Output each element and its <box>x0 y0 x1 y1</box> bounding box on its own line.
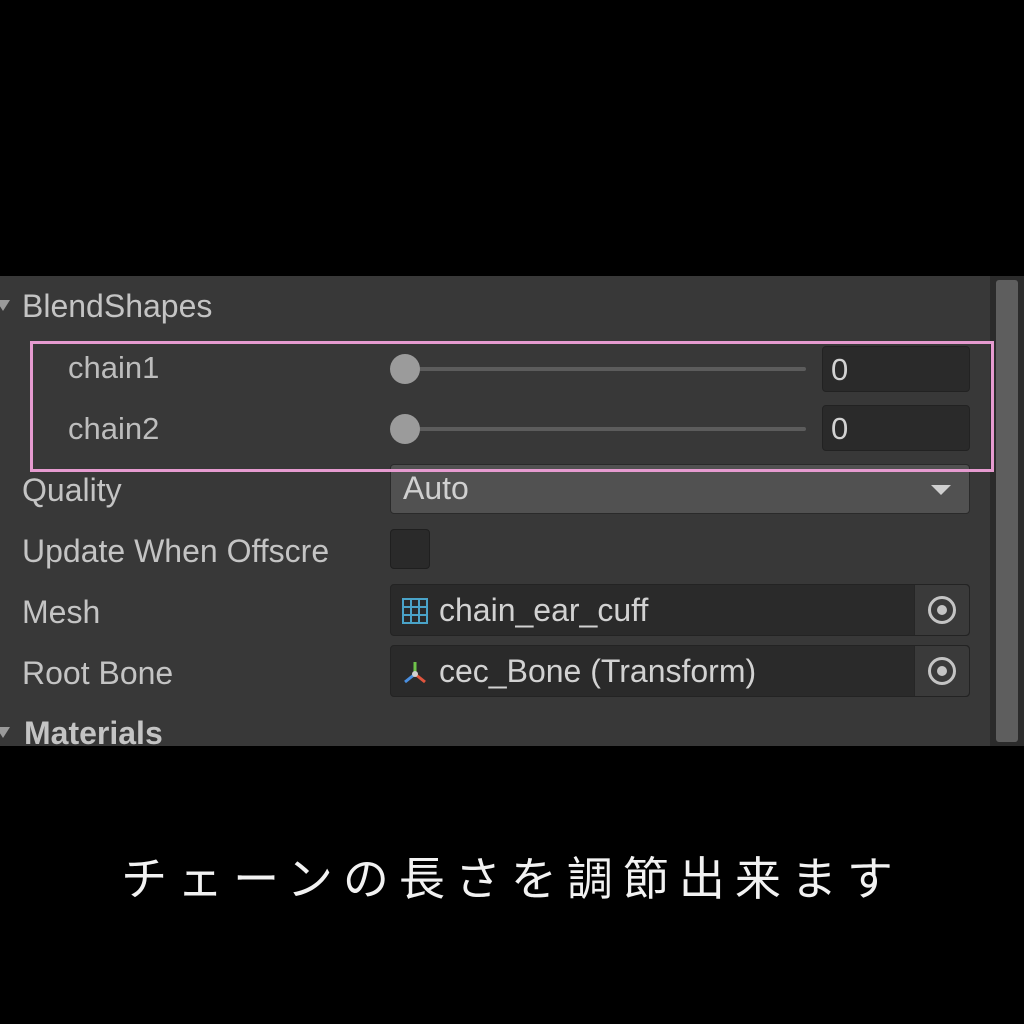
foldout-arrow-icon[interactable] <box>0 300 10 311</box>
highlight-box <box>30 341 994 472</box>
quality-label: Quality <box>22 472 122 508</box>
mesh-label: Mesh <box>22 594 101 630</box>
update-when-offscreen-checkbox[interactable] <box>390 529 430 569</box>
root-bone-label: Root Bone <box>22 655 174 691</box>
root-bone-object-field[interactable]: cec_Bone (Transform) <box>390 645 970 697</box>
root-bone-value: cec_Bone (Transform) <box>439 653 757 689</box>
update-when-offscreen-label: Update When Offscre <box>22 533 330 569</box>
mesh-icon <box>402 598 428 624</box>
transform-icon <box>404 662 426 684</box>
scrollbar-thumb[interactable] <box>996 280 1018 742</box>
root-bone-object-picker-button[interactable] <box>914 646 969 696</box>
scrollbar[interactable] <box>990 276 1024 746</box>
mesh-value: chain_ear_cuff <box>439 592 649 628</box>
caption-text: チェーンの長さを調節出来ます <box>121 852 903 906</box>
mesh-object-picker-button[interactable] <box>914 585 969 635</box>
dropdown-caret-icon <box>931 485 951 495</box>
blendshapes-header[interactable]: BlendShapes <box>22 288 212 325</box>
materials-header[interactable]: Materials <box>24 715 163 746</box>
quality-dropdown-value: Auto <box>403 470 469 506</box>
mesh-object-field[interactable]: chain_ear_cuff <box>390 584 970 636</box>
foldout-arrow-icon[interactable] <box>0 727 10 738</box>
